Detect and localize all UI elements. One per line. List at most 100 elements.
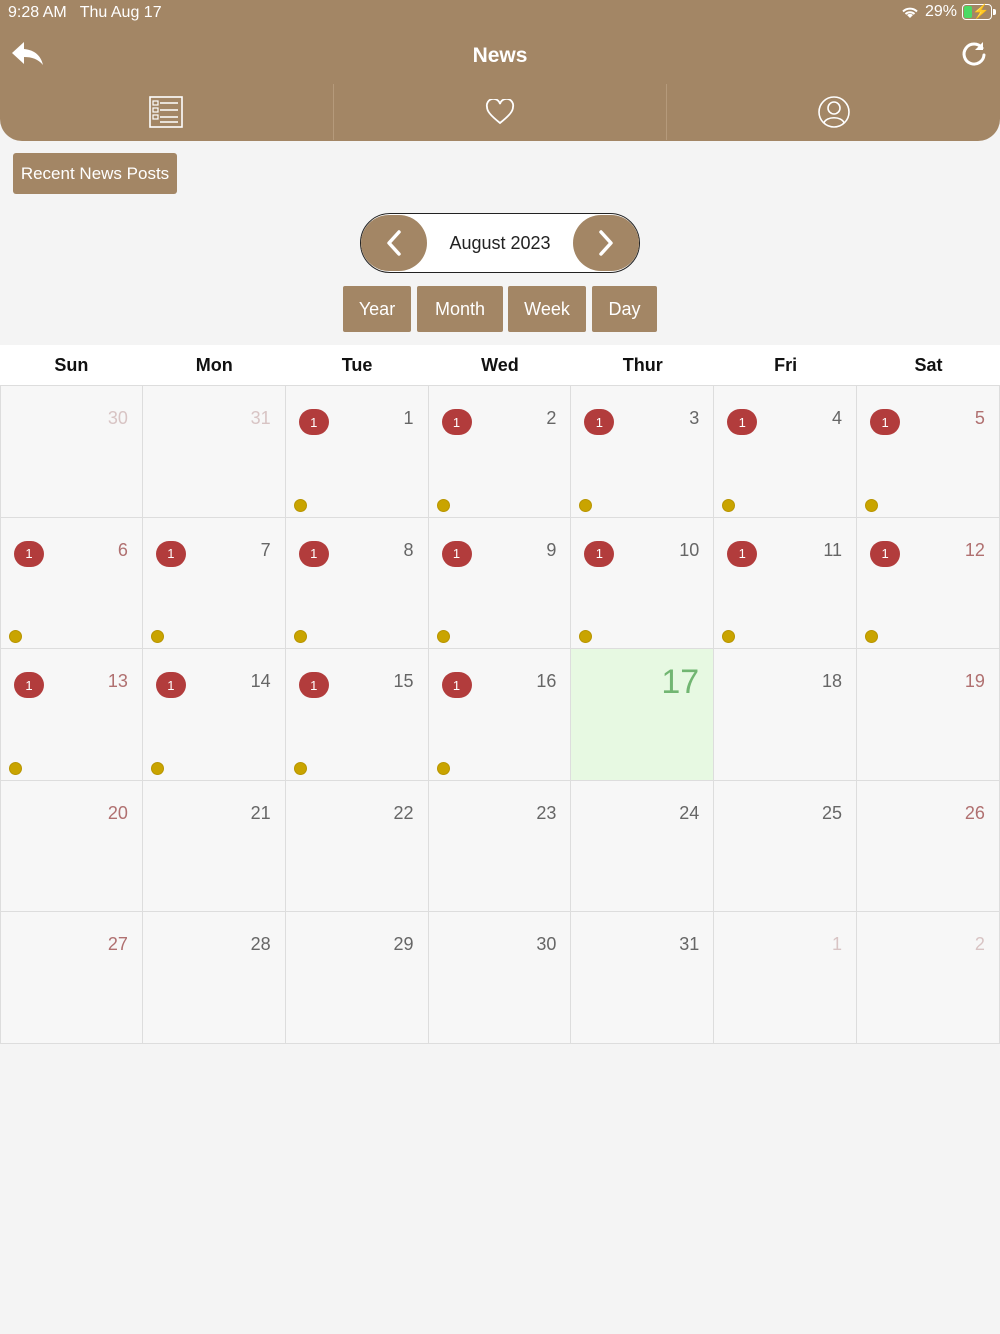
view-day-button[interactable]: Day (592, 286, 657, 332)
day-number: 22 (393, 802, 414, 823)
event-indicator-dot (722, 498, 736, 512)
calendar-day-cell[interactable]: 51 (857, 386, 1000, 518)
event-count-badge[interactable]: 1 (441, 409, 472, 435)
calendar-week-row: 6 1 7 1 8 1 9 1 10 1 11 1 12 1 (0, 517, 1000, 650)
calendar-day-cell[interactable]: 16 1 (428, 649, 572, 781)
tab-favorites[interactable] (334, 84, 668, 140)
calendar-day-cell[interactable]: 13 1 (0, 649, 143, 781)
event-count-badge[interactable]: 1 (727, 409, 758, 435)
day-number: 12 (964, 539, 985, 560)
day-number: 10 (679, 539, 700, 560)
day-number: 1 (403, 408, 414, 428)
previous-month-button[interactable] (361, 215, 427, 271)
tab-profile[interactable] (667, 84, 1000, 140)
user-icon (817, 96, 850, 128)
event-count-badge[interactable]: 1 (298, 540, 329, 567)
status-time-date: 9:28 AM Thu Aug 17 (8, 4, 162, 21)
event-count-badge[interactable]: 1 (441, 672, 472, 699)
chevron-left-icon (387, 230, 401, 256)
day-number: 31 (250, 408, 271, 428)
tab-list[interactable] (0, 84, 334, 140)
event-indicator-dot (436, 630, 450, 644)
status-indicators: 29% ⚡ (900, 3, 996, 21)
view-month-button[interactable]: Month (417, 286, 503, 332)
event-count-badge[interactable]: 1 (298, 409, 329, 435)
next-month-button[interactable] (573, 215, 639, 271)
day-number: 23 (536, 802, 557, 823)
calendar-day-cell[interactable]: 20 (0, 780, 143, 913)
day-number: 3 (689, 408, 700, 428)
calendar-day-cell[interactable]: 15 1 (285, 649, 429, 781)
event-indicator-dot (579, 630, 593, 644)
day-number: 5 (974, 408, 985, 428)
calendar-day-cell[interactable]: 22 (285, 780, 429, 913)
calendar-day-cell[interactable]: 23 (428, 780, 572, 913)
calendar-day-cell[interactable]: 41 (714, 386, 858, 518)
calendar-day-cell[interactable]: 1 (714, 912, 858, 1044)
event-count-badge[interactable]: 1 (298, 672, 329, 699)
calendar-day-cell[interactable]: 21 (428, 386, 572, 518)
calendar-day-cell[interactable]: 19 (857, 649, 1000, 781)
calendar-day-cell[interactable]: 31 (571, 912, 715, 1044)
event-indicator-dot (9, 761, 22, 775)
app-header: 9:28 AM Thu Aug 17 29% ⚡ News (0, 0, 1000, 141)
event-indicator-dot (293, 498, 307, 512)
calendar-day-cell[interactable]: 14 1 (142, 649, 286, 781)
view-year-button[interactable]: Year (343, 286, 411, 332)
event-count-badge[interactable]: 1 (14, 540, 44, 567)
event-count-badge[interactable]: 1 (584, 409, 615, 435)
day-number: 14 (250, 671, 271, 692)
calendar-day-cell[interactable]: 31 (571, 386, 715, 518)
heart-icon (485, 99, 515, 125)
view-week-button[interactable]: Week (508, 286, 586, 332)
day-number: 18 (822, 671, 843, 692)
event-count-badge[interactable]: 1 (870, 540, 901, 567)
day-number: 2 (546, 408, 557, 428)
calendar-week-row: 13 1 14 1 15 1 16 1 17 18 19 (0, 649, 1000, 781)
calendar-week-row: 30 31 1 1 2 1 3 1 4 1 5 1 (0, 386, 1000, 518)
calendar-day-cell[interactable]: 29 (285, 912, 429, 1044)
calendar-day-cell[interactable]: 31 (142, 386, 286, 518)
current-month-label: August 2023 (449, 233, 551, 253)
calendar-day-cell[interactable]: 18 (714, 649, 858, 781)
calendar-day-cell[interactable]: 71 (142, 517, 286, 650)
event-count-badge[interactable]: 1 (870, 409, 901, 435)
calendar-day-cell[interactable]: 61 (0, 517, 143, 650)
calendar-day-cell[interactable]: 2 (857, 912, 1000, 1044)
calendar-day-cell[interactable]: 30 (0, 386, 143, 518)
calendar-week-row: 27 28 29 30 31 1 2 (0, 912, 1000, 1044)
calendar-day-cell[interactable]: 24 (571, 780, 715, 913)
calendar-day-cell[interactable]: 11 (285, 386, 429, 518)
event-count-badge[interactable]: 1 (14, 672, 44, 699)
event-count-badge[interactable]: 1 (441, 540, 472, 567)
event-count-badge[interactable]: 1 (584, 540, 615, 567)
calendar-day-cell[interactable]: 30 (428, 912, 572, 1044)
calendar-day-cell[interactable]: 81 (285, 517, 429, 650)
calendar-day-cell[interactable]: 27 (0, 912, 143, 1044)
recent-news-posts-button[interactable]: Recent News Posts (13, 153, 177, 194)
day-number: 16 (536, 671, 557, 692)
day-number: 17 (661, 663, 700, 702)
event-count-badge[interactable]: 1 (727, 540, 758, 567)
calendar-day-cell[interactable]: 11 1 (714, 517, 858, 650)
event-count-badge[interactable]: 1 (155, 540, 186, 567)
day-number: 30 (107, 408, 128, 428)
event-indicator-dot (293, 630, 307, 644)
event-indicator-dot (150, 761, 164, 775)
calendar-day-cell[interactable]: 10 1 (571, 517, 715, 650)
day-number: 2 (974, 934, 985, 955)
calendar-grid: 30 31 1 1 2 1 3 1 4 1 5 1 6 1 7 1 8 1 9 1 10 1 11 1 12 1 13 1 14 1 15 1… (0, 385, 1000, 1044)
wifi-icon (902, 7, 918, 18)
calendar-day-cell[interactable]: 12 1 (857, 517, 1000, 650)
calendar-day-cell[interactable]: 91 (428, 517, 572, 650)
battery-icon: ⚡ (962, 3, 996, 20)
weekday-label: Sun (54, 355, 89, 375)
calendar-day-cell[interactable]: 26 (857, 780, 1000, 913)
calendar-day-cell[interactable]: 25 (714, 780, 858, 913)
calendar-day-cell[interactable]: 28 (142, 912, 286, 1044)
calendar-day-cell-today[interactable]: 17 (571, 649, 715, 781)
refresh-button[interactable] (960, 40, 988, 68)
event-count-badge[interactable]: 1 (155, 672, 186, 699)
refresh-icon (962, 42, 986, 66)
calendar-day-cell[interactable]: 21 (142, 780, 286, 913)
